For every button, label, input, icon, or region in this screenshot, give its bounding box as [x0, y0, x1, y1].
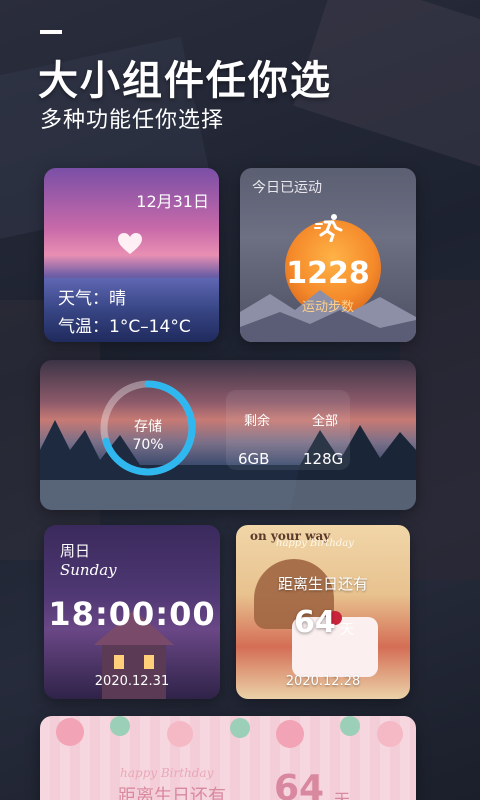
weather-label: 天气：	[58, 289, 109, 309]
temperature-row: 气温：1°C–14°C	[58, 312, 191, 337]
temperature-label: 气温：	[58, 317, 109, 337]
weather-value: 晴	[109, 289, 126, 309]
page-title: 大小组件任你选	[38, 58, 332, 104]
birthday-countdown-unit: 天	[340, 622, 354, 638]
running-person-icon	[314, 214, 343, 242]
temperature-value: 1°C–14°C	[109, 317, 191, 337]
wide-birthday-greeting: happy Birthday	[120, 766, 214, 780]
clock-date: 2020.12.31	[94, 674, 170, 689]
storage-label: 存储	[134, 419, 162, 435]
birthday-wide-widget[interactable]: happy Birthday 距离生日还有 64 天	[40, 716, 416, 800]
heart-icon	[118, 233, 142, 254]
clock-day-script: Sunday	[60, 561, 117, 579]
steps-widget[interactable]: 今日已运动 1228 运动步数	[240, 168, 416, 342]
remaining-value: 6GB	[238, 450, 270, 468]
weather-widget[interactable]: 12月31日 天气：晴 气温：1°C–14°C	[44, 168, 219, 342]
storage-widget[interactable]: 存储 70% 剩余 全部 6GB 128G	[40, 360, 416, 510]
birthday-widget[interactable]: on your way happy Birthday 距离生日还有 64 天 2…	[236, 525, 410, 699]
weather-row: 天气：晴	[58, 284, 126, 309]
clock-time: 18:00:00	[48, 595, 216, 633]
storage-percent: 70%	[132, 437, 164, 453]
total-label: 全部	[312, 414, 339, 429]
page-subtitle: 多种功能任你选择	[40, 108, 225, 133]
steps-label: 运动步数	[301, 300, 354, 315]
wide-countdown-label: 距离生日还有	[118, 786, 226, 800]
total-value: 128G	[303, 450, 344, 468]
wide-countdown-days: 64	[274, 768, 325, 800]
wide-countdown-unit: 天	[334, 790, 351, 800]
steps-count: 1228	[286, 256, 370, 291]
birthday-countdown-label: 距离生日还有	[277, 575, 368, 593]
birthday-countdown-days: 64	[294, 605, 336, 640]
steps-title: 今日已运动	[252, 180, 322, 196]
birthday-greeting: happy Birthday	[276, 538, 354, 549]
rose-border-decoration	[56, 716, 403, 748]
weather-date: 12月31日	[136, 192, 209, 211]
storage-ring-label: 存储 70%	[98, 418, 198, 454]
birthday-date: 2020.12.28	[285, 674, 361, 689]
clock-widget[interactable]: 周日 Sunday 18:00:00 2020.12.31	[44, 525, 220, 699]
remaining-label: 剩余	[244, 414, 271, 429]
header-dash	[40, 30, 62, 34]
clock-day: 周日	[60, 542, 91, 560]
